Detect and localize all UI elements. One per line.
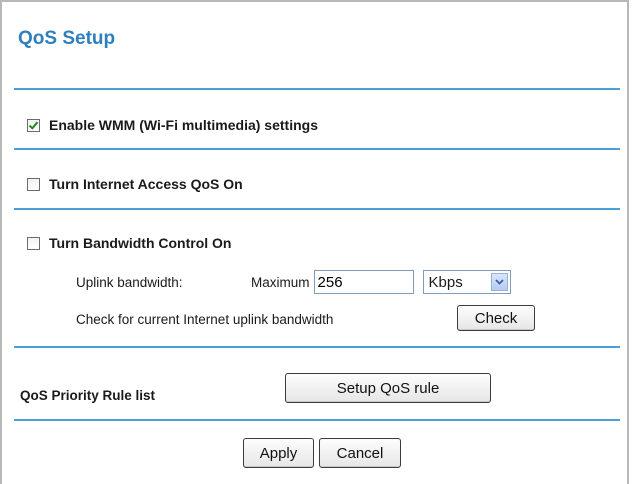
divider: [14, 419, 620, 421]
internet-qos-label: Turn Internet Access QoS On: [49, 176, 243, 192]
divider: [14, 208, 620, 210]
unit-select-value: Kbps: [428, 273, 463, 291]
bandwidth-label: Turn Bandwidth Control On: [49, 235, 232, 251]
uplink-row: Uplink bandwidth: Maximum Kbps: [76, 270, 511, 294]
wmm-checkbox[interactable]: [27, 118, 40, 132]
page-title: QoS Setup: [18, 28, 116, 49]
chevron-down-icon[interactable]: [490, 273, 508, 291]
unit-select[interactable]: Kbps: [422, 270, 511, 294]
setup-qos-rule-button[interactable]: Setup QoS rule: [285, 373, 491, 403]
check-button[interactable]: Check: [457, 305, 535, 331]
cancel-button[interactable]: Cancel: [319, 438, 401, 468]
check-row: Check for current Internet uplink bandwi…: [76, 312, 333, 327]
maximum-input[interactable]: [313, 270, 414, 294]
wmm-label: Enable WMM (Wi-Fi multimedia) settings: [49, 117, 318, 133]
checkmark-icon: [28, 121, 39, 130]
bandwidth-checkbox[interactable]: [27, 236, 40, 250]
internet-qos-checkbox[interactable]: [27, 177, 40, 191]
check-text: Check for current Internet uplink bandwi…: [76, 312, 334, 327]
uplink-label: Uplink bandwidth:: [76, 274, 183, 290]
apply-button[interactable]: Apply: [243, 438, 314, 468]
divider: [14, 148, 620, 150]
bandwidth-row: Turn Bandwidth Control On: [27, 235, 232, 251]
priority-label: QoS Priority Rule list: [20, 388, 156, 403]
divider: [14, 88, 620, 90]
divider: [14, 346, 620, 348]
priority-row: QoS Priority Rule list: [20, 388, 155, 403]
maximum-label: Maximum: [251, 274, 310, 290]
internet-qos-row: Turn Internet Access QoS On: [27, 176, 243, 192]
wmm-row: Enable WMM (Wi-Fi multimedia) settings: [27, 117, 318, 133]
